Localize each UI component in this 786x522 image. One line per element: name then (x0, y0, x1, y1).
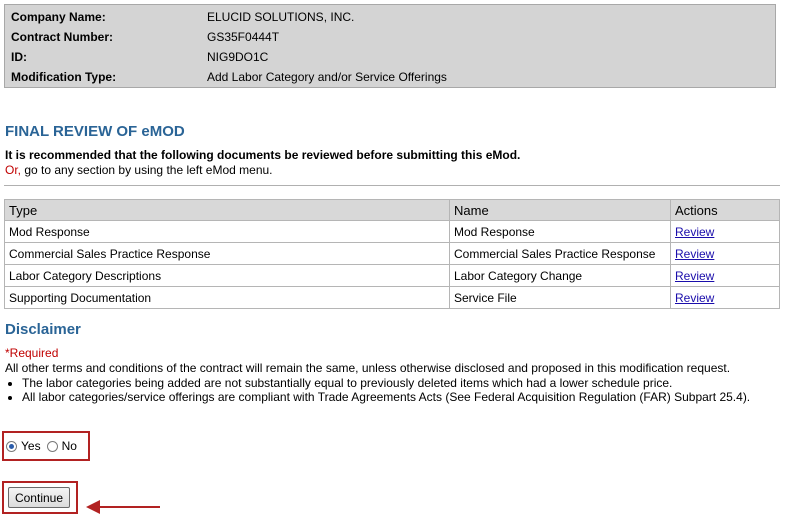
yes-radio[interactable] (6, 440, 17, 452)
cell-name: Commercial Sales Practice Response (449, 242, 671, 265)
recommend-text: It is recommended that the following doc… (5, 148, 521, 162)
table-row: Commercial Sales Practice Response Comme… (4, 242, 780, 265)
contract-info-panel: Company Name: ELUCID SOLUTIONS, INC. Con… (4, 4, 776, 88)
cell-type: Supporting Documentation (4, 286, 450, 309)
yes-option[interactable]: Yes (6, 439, 41, 453)
table-row: Supporting Documentation Service File Re… (4, 286, 780, 309)
or-instruction: Or, go to any section by using the left … (5, 163, 273, 177)
cell-type: Mod Response (4, 220, 450, 243)
divider (4, 185, 780, 186)
review-link[interactable]: Review (675, 269, 714, 283)
disclaimer-title: Disclaimer (5, 321, 81, 338)
no-option[interactable]: No (46, 439, 77, 453)
info-value: Add Labor Category and/or Service Offeri… (207, 70, 447, 84)
cell-actions: Review (670, 286, 780, 309)
or-word: Or, (5, 163, 22, 177)
disclaimer-bullet-list: The labor categories being added are not… (0, 376, 750, 404)
cell-actions: Review (670, 220, 780, 243)
cell-name: Labor Category Change (449, 264, 671, 287)
cell-type: Labor Category Descriptions (4, 264, 450, 287)
cell-name: Service File (449, 286, 671, 309)
arrow-left-icon (86, 500, 160, 514)
column-header-actions: Actions (670, 199, 780, 221)
column-header-name: Name (449, 199, 671, 221)
column-header-type: Type (4, 199, 450, 221)
required-label: *Required (5, 346, 59, 360)
yes-label: Yes (21, 439, 41, 453)
documents-table: Type Name Actions Mod Response Mod Respo… (4, 199, 780, 309)
list-item: All labor categories/service offerings a… (22, 390, 750, 404)
info-label: ID: (11, 50, 27, 64)
info-label: Contract Number: (11, 30, 114, 44)
no-radio[interactable] (46, 440, 58, 452)
cell-type: Commercial Sales Practice Response (4, 242, 450, 265)
agreement-radio-group: Yes No (6, 436, 83, 456)
table-row: Labor Category Descriptions Labor Catego… (4, 264, 780, 287)
cell-name: Mod Response (449, 220, 671, 243)
info-value: GS35F0444T (207, 30, 280, 44)
review-link[interactable]: Review (675, 247, 714, 261)
table-header-row: Type Name Actions (4, 199, 780, 221)
cell-actions: Review (670, 242, 780, 265)
list-item: The labor categories being added are not… (22, 376, 750, 390)
table-row: Mod Response Mod Response Review (4, 220, 780, 243)
info-label: Company Name: (11, 10, 106, 24)
info-value: ELUCID SOLUTIONS, INC. (207, 10, 355, 24)
final-review-title: FINAL REVIEW OF eMOD (5, 123, 185, 140)
review-link[interactable]: Review (675, 291, 714, 305)
or-instruction-text: go to any section by using the left eMod… (21, 163, 273, 177)
no-label: No (61, 439, 77, 453)
info-value: NIG9DO1C (207, 50, 269, 64)
continue-button[interactable]: Continue (8, 487, 70, 508)
terms-text: All other terms and conditions of the co… (5, 361, 731, 375)
review-link[interactable]: Review (675, 225, 714, 239)
info-label: Modification Type: (11, 70, 117, 84)
cell-actions: Review (670, 264, 780, 287)
